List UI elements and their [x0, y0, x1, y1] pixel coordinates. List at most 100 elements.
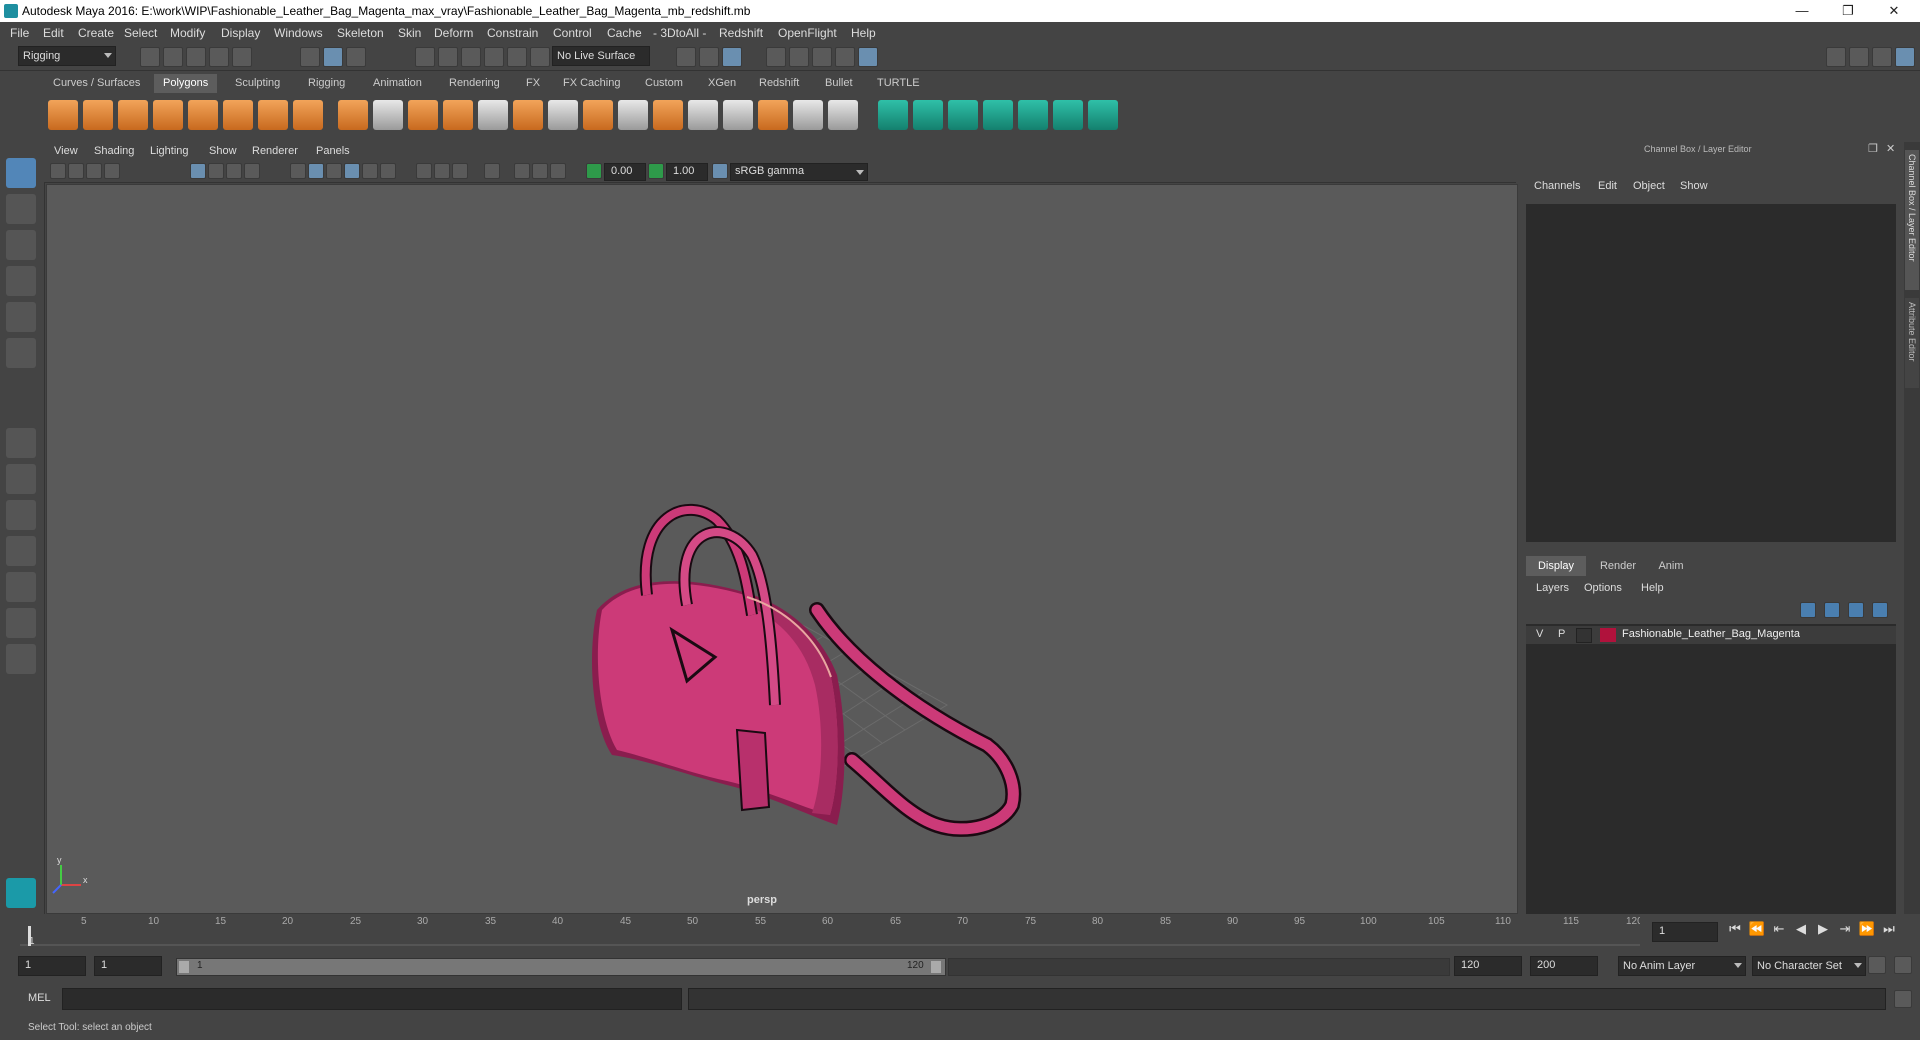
shelf-tab-redshift[interactable]: Redshift — [750, 74, 808, 93]
anim-start-field[interactable]: 1 — [18, 956, 86, 976]
vp-menu-panels[interactable]: Panels — [316, 145, 350, 157]
shelf-tab-animation[interactable]: Animation — [364, 74, 431, 93]
shelf-tab-bullet[interactable]: Bullet — [816, 74, 862, 93]
anim-end-field[interactable]: 200 — [1530, 956, 1598, 976]
target-weld-icon[interactable] — [828, 100, 858, 130]
save-scene-icon[interactable] — [186, 47, 206, 67]
image-plane-icon[interactable] — [104, 163, 120, 179]
bevel-icon[interactable] — [653, 100, 683, 130]
select-hierarchy-icon[interactable] — [300, 47, 320, 67]
select-object-icon[interactable] — [323, 47, 343, 67]
isolate-select-icon[interactable] — [484, 163, 500, 179]
shelf-tab-custom[interactable]: Custom — [636, 74, 692, 93]
shelf-tab-fx-caching[interactable]: FX Caching — [554, 74, 629, 93]
poly-torus-icon[interactable] — [223, 100, 253, 130]
extrude-icon[interactable] — [583, 100, 613, 130]
poly-cube-icon[interactable] — [83, 100, 113, 130]
menu-3dtoall[interactable]: - 3DtoAll - — [653, 26, 706, 40]
float-icon[interactable]: ❐ — [1868, 142, 1878, 155]
snap-grid-icon[interactable] — [415, 47, 435, 67]
wireframe-icon[interactable] — [290, 163, 306, 179]
auto-key-icon[interactable] — [1868, 956, 1886, 974]
layer-tab-display[interactable]: Display — [1526, 556, 1586, 576]
move-layer-up-icon[interactable] — [1800, 602, 1816, 618]
move-tool-icon[interactable] — [6, 266, 36, 296]
range-slider[interactable]: 1 120 — [176, 958, 946, 976]
script-editor-icon[interactable] — [1894, 990, 1912, 1008]
shelf-tab-curves-surfaces[interactable]: Curves / Surfaces — [44, 74, 149, 93]
camera-select-icon[interactable] — [50, 163, 66, 179]
input-ops-icon[interactable] — [676, 47, 696, 67]
output-ops-icon[interactable] — [699, 47, 719, 67]
play-forward-icon[interactable]: ▶ — [1812, 918, 1834, 940]
append-polygon-icon[interactable] — [688, 100, 718, 130]
menu-windows[interactable]: Windows — [274, 26, 323, 40]
layer-playback-toggle[interactable]: P — [1558, 628, 1565, 640]
persp-outliner-icon[interactable] — [6, 572, 36, 602]
side-by-side-icon[interactable] — [6, 500, 36, 530]
new-layer-selected-icon[interactable] — [1872, 602, 1888, 618]
uv-planar-icon[interactable] — [878, 100, 908, 130]
go-to-end-icon[interactable]: ⏭ — [1878, 918, 1900, 940]
range-slider-track[interactable] — [948, 958, 1450, 976]
grid-toggle-icon[interactable] — [190, 163, 206, 179]
poly-cylinder-icon[interactable] — [118, 100, 148, 130]
menu-set-dropdown[interactable]: Rigging — [18, 46, 116, 66]
range-end-handle[interactable] — [931, 961, 941, 973]
cb-menu-channels[interactable]: Channels — [1534, 180, 1580, 192]
depth-of-field-icon[interactable] — [452, 163, 468, 179]
shelf-tab-turtle[interactable]: TURTLE — [868, 74, 929, 93]
command-input[interactable] — [62, 988, 682, 1010]
move-layer-down-icon[interactable] — [1824, 602, 1840, 618]
boolean-icon[interactable] — [478, 100, 508, 130]
animation-prefs-icon[interactable] — [1894, 956, 1912, 974]
select-component-icon[interactable] — [346, 47, 366, 67]
menu-deform[interactable]: Deform — [434, 26, 473, 40]
rotate-tool-icon[interactable] — [6, 302, 36, 332]
character-set-dropdown[interactable]: No Character Set — [1752, 956, 1866, 976]
layer-tab-anim[interactable]: Anim — [1646, 556, 1696, 576]
view-transform-dropdown[interactable]: sRGB gamma — [730, 163, 868, 181]
layout-outliner-icon[interactable] — [1849, 47, 1869, 67]
layout-attribute-icon[interactable] — [1872, 47, 1892, 67]
vp-menu-lighting[interactable]: Lighting — [150, 145, 189, 157]
undo-icon[interactable] — [209, 47, 229, 67]
snap-plane-icon[interactable] — [484, 47, 504, 67]
gamma-field[interactable]: 1.00 — [666, 163, 708, 181]
combine-icon[interactable] — [338, 100, 368, 130]
viewport-persp[interactable]: x y persp — [46, 184, 1518, 914]
hypershade-icon[interactable] — [835, 47, 855, 67]
render-settings-icon[interactable] — [812, 47, 832, 67]
layout-single-icon[interactable] — [1826, 47, 1846, 67]
layer-type-toggle[interactable] — [1576, 628, 1592, 643]
time-slider[interactable]: 1 5 10 15 20 25 30 35 40 45 50 55 60 65 … — [20, 914, 1643, 947]
xray-joints-icon[interactable] — [532, 163, 548, 179]
close-panel-icon[interactable]: ✕ — [1886, 142, 1895, 155]
wireframe-on-shaded-icon[interactable] — [326, 163, 342, 179]
four-view-icon[interactable] — [6, 464, 36, 494]
uv-unfold-icon[interactable] — [1088, 100, 1118, 130]
snap-surface-icon[interactable] — [507, 47, 527, 67]
cb-menu-object[interactable]: Object — [1633, 180, 1665, 192]
exposure-icon[interactable] — [586, 163, 602, 179]
menu-redshift[interactable]: Redshift — [719, 26, 763, 40]
attribute-editor-side-tab[interactable]: Attribute Editor — [1905, 298, 1919, 388]
shelf-tab-polygons[interactable]: Polygons — [154, 74, 218, 93]
render-frame-icon[interactable] — [766, 47, 786, 67]
layer-name[interactable]: Fashionable_Leather_Bag_Magenta — [1622, 628, 1800, 640]
edge-loop-icon[interactable] — [758, 100, 788, 130]
extract-icon[interactable] — [408, 100, 438, 130]
layer-tab-render[interactable]: Render — [1590, 556, 1646, 576]
playhead[interactable] — [28, 926, 31, 946]
menu-control[interactable]: Control — [553, 26, 592, 40]
range-start-handle[interactable] — [179, 961, 189, 973]
channel-box-side-tab[interactable]: Channel Box / Layer Editor — [1905, 150, 1919, 290]
open-scene-icon[interactable] — [163, 47, 183, 67]
restore-button[interactable]: ❐ — [1830, 2, 1866, 20]
cb-menu-edit[interactable]: Edit — [1598, 180, 1617, 192]
render-view-icon[interactable] — [858, 47, 878, 67]
anim-layer-dropdown[interactable]: No Anim Layer — [1618, 956, 1746, 976]
new-empty-layer-icon[interactable] — [1848, 602, 1864, 618]
multi-cut-icon[interactable] — [548, 100, 578, 130]
lasso-tool-icon[interactable] — [6, 194, 36, 224]
